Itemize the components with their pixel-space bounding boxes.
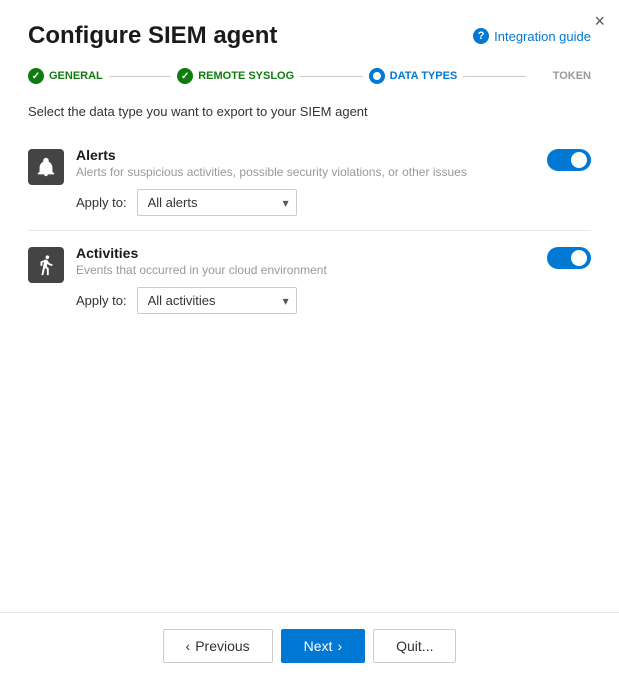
- step-circle-1: ✓: [177, 68, 193, 84]
- previous-button[interactable]: ‹ Previous: [163, 629, 273, 663]
- previous-chevron-icon: ‹: [186, 638, 191, 654]
- step-line-0: [109, 76, 171, 77]
- next-chevron-icon: ›: [337, 638, 342, 654]
- quit-button[interactable]: Quit...: [373, 629, 456, 663]
- activities-toggle-slider: [547, 247, 591, 269]
- step-general: ✓ GENERAL: [28, 68, 103, 84]
- step-label-0: GENERAL: [49, 70, 103, 82]
- activities-toggle-area: [547, 245, 591, 269]
- activities-apply-row: Apply to: All activitiesSpecific activiti…: [76, 287, 535, 314]
- guide-icon: ?: [473, 28, 489, 44]
- alerts-select-wrapper: All alertsHigh severityMedium severityLo…: [137, 189, 297, 216]
- alerts-toggle-area: [547, 147, 591, 171]
- step-line-1: [300, 76, 362, 77]
- close-button[interactable]: ×: [594, 12, 605, 30]
- step-label-1: REMOTE SYSLOG: [198, 70, 294, 82]
- step-token: TOKEN: [532, 68, 591, 84]
- step-circle-3: [532, 68, 548, 84]
- alerts-apply-row: Apply to: All alertsHigh severityMedium s…: [76, 189, 535, 216]
- alerts-apply-label: Apply to:: [76, 195, 127, 210]
- configure-siem-dialog: × Configure SIEM agent ? Integration gui…: [0, 0, 619, 679]
- activities-body: Activities Events that occurred in your c…: [76, 245, 535, 314]
- step-label-3: TOKEN: [553, 70, 591, 82]
- activities-apply-label: Apply to:: [76, 293, 127, 308]
- integration-guide-label: Integration guide: [494, 29, 591, 44]
- activities-description: Events that occurred in your cloud envir…: [76, 263, 535, 277]
- step-line-2: [463, 76, 525, 77]
- data-type-item-activities: Activities Events that occurred in your c…: [28, 231, 591, 328]
- step-circle-2: [369, 68, 385, 84]
- alerts-select[interactable]: All alertsHigh severityMedium severityLo…: [137, 189, 297, 216]
- section-label: Select the data type you want to export …: [28, 104, 591, 119]
- step-data-types: DATA TYPES: [369, 68, 458, 84]
- step-label-2: DATA TYPES: [390, 70, 458, 82]
- activities-icon: [28, 247, 64, 283]
- dialog-header: Configure SIEM agent ? Integration guide: [0, 0, 619, 60]
- integration-guide-link[interactable]: ? Integration guide: [473, 22, 591, 44]
- alerts-toggle[interactable]: [547, 149, 591, 171]
- activities-select-wrapper: All activitiesSpecific activities: [137, 287, 297, 314]
- data-type-item-alerts: Alerts Alerts for suspicious activities, …: [28, 133, 591, 231]
- next-button[interactable]: Next ›: [281, 629, 365, 663]
- activities-select[interactable]: All activitiesSpecific activities: [137, 287, 297, 314]
- dialog-content: Select the data type you want to export …: [0, 100, 619, 612]
- alerts-body: Alerts Alerts for suspicious activities, …: [76, 147, 535, 216]
- alerts-icon: [28, 149, 64, 185]
- activities-name: Activities: [76, 245, 535, 261]
- step-circle-0: ✓: [28, 68, 44, 84]
- dialog-footer: ‹ Previous Next › Quit...: [0, 612, 619, 679]
- activities-toggle[interactable]: [547, 247, 591, 269]
- stepper: ✓ GENERAL ✓ REMOTE SYSLOG DATA TYPES TOKEN: [0, 60, 619, 100]
- alerts-toggle-slider: [547, 149, 591, 171]
- step-remote-syslog: ✓ REMOTE SYSLOG: [177, 68, 294, 84]
- alerts-name: Alerts: [76, 147, 535, 163]
- alerts-description: Alerts for suspicious activities, possib…: [76, 165, 535, 179]
- dialog-title: Configure SIEM agent: [28, 22, 277, 50]
